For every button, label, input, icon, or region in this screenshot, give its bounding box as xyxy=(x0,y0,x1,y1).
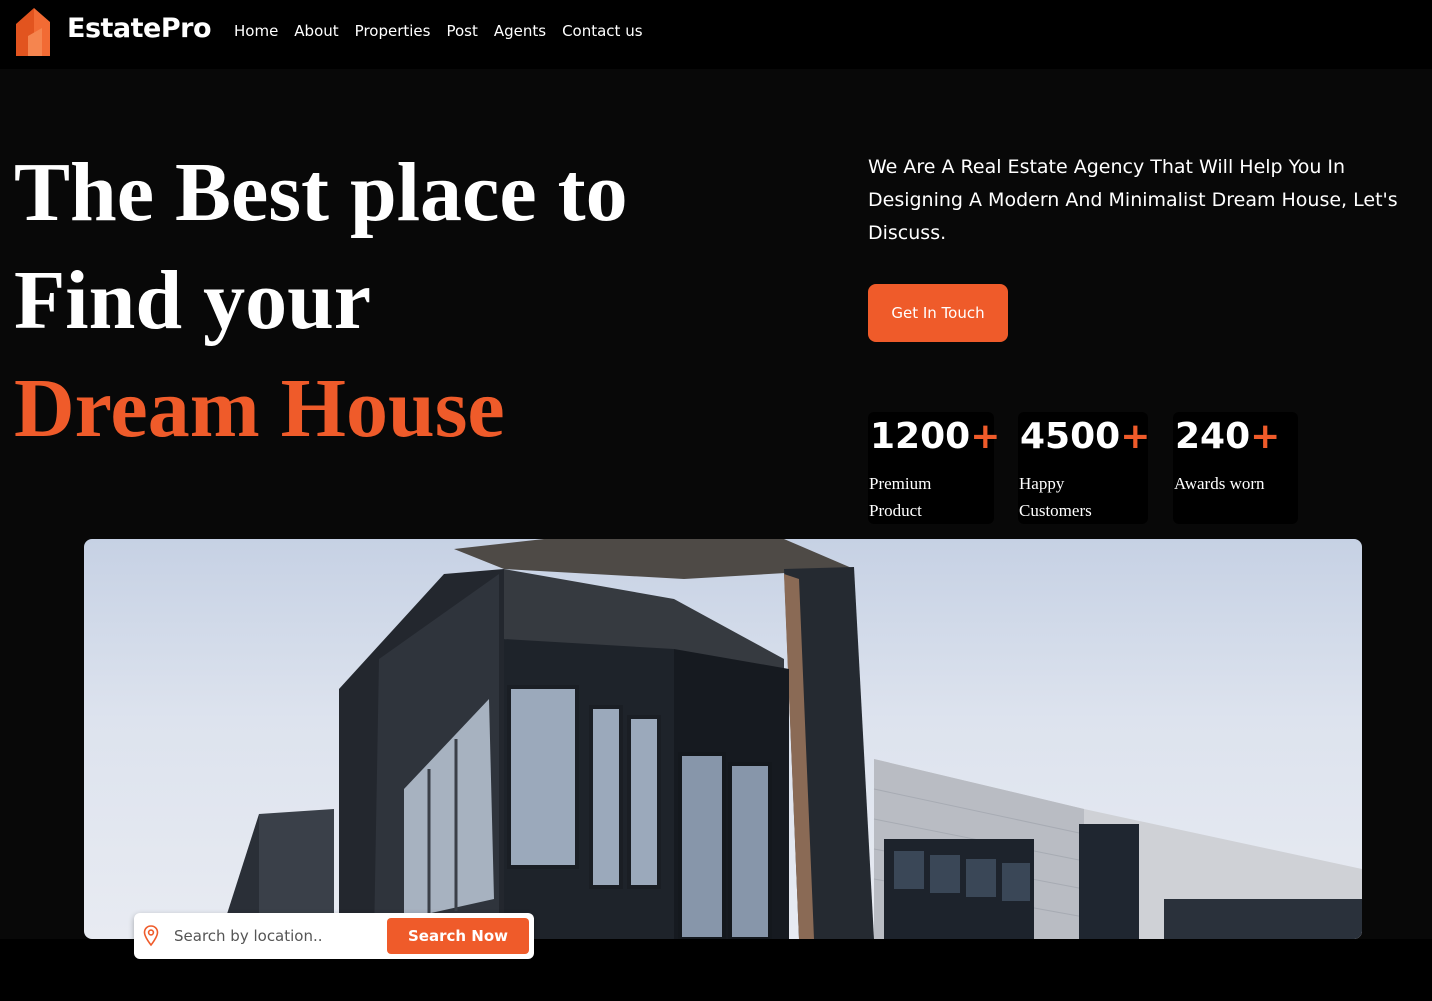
get-in-touch-button[interactable]: Get In Touch xyxy=(868,284,1008,342)
stat-label: Happy Customers xyxy=(1019,474,1092,520)
stat-value: 240+ xyxy=(1175,416,1281,457)
hero-building-image xyxy=(84,539,1362,939)
stat-card-products: 1200+ Premium Product xyxy=(868,412,1000,524)
stat-card-awards: 240+ Awards worn xyxy=(1173,412,1298,524)
nav-item-properties[interactable]: Properties xyxy=(355,22,431,40)
headline-line-1: The Best place to xyxy=(14,146,628,239)
nav-item-home[interactable]: Home xyxy=(234,22,278,40)
stat-card-customers: 4500+ Happy Customers xyxy=(1018,412,1151,524)
headline-line-2: Find your xyxy=(14,254,372,347)
stat-label: Awards worn xyxy=(1174,474,1265,493)
location-pin-icon xyxy=(143,925,159,952)
hero-intro-text: We Are A Real Estate Agency That Will He… xyxy=(868,156,1398,244)
nav-item-post[interactable]: Post xyxy=(446,22,477,40)
stat-label: Premium Product xyxy=(869,474,932,520)
location-search-input[interactable] xyxy=(174,923,374,949)
location-search-bar: Search Now xyxy=(134,913,534,959)
search-now-button[interactable]: Search Now xyxy=(387,918,529,954)
nav-item-agents[interactable]: Agents xyxy=(494,22,546,40)
nav-item-contact[interactable]: Contact us xyxy=(562,22,642,40)
house-logo-icon xyxy=(14,6,52,58)
navbar: EstatePro Home About Properties Post Age… xyxy=(0,0,1432,69)
brand-name[interactable]: EstatePro xyxy=(67,13,212,44)
hero-headline: The Best place to Find your Dream House xyxy=(14,139,628,463)
headline-accent: Dream House xyxy=(14,362,505,455)
main-nav: Home About Properties Post Agents Contac… xyxy=(234,22,643,40)
nav-item-about[interactable]: About xyxy=(294,22,338,40)
stat-value: 1200+ xyxy=(870,416,1001,457)
stat-value: 4500+ xyxy=(1020,416,1151,457)
logo[interactable] xyxy=(14,6,52,58)
